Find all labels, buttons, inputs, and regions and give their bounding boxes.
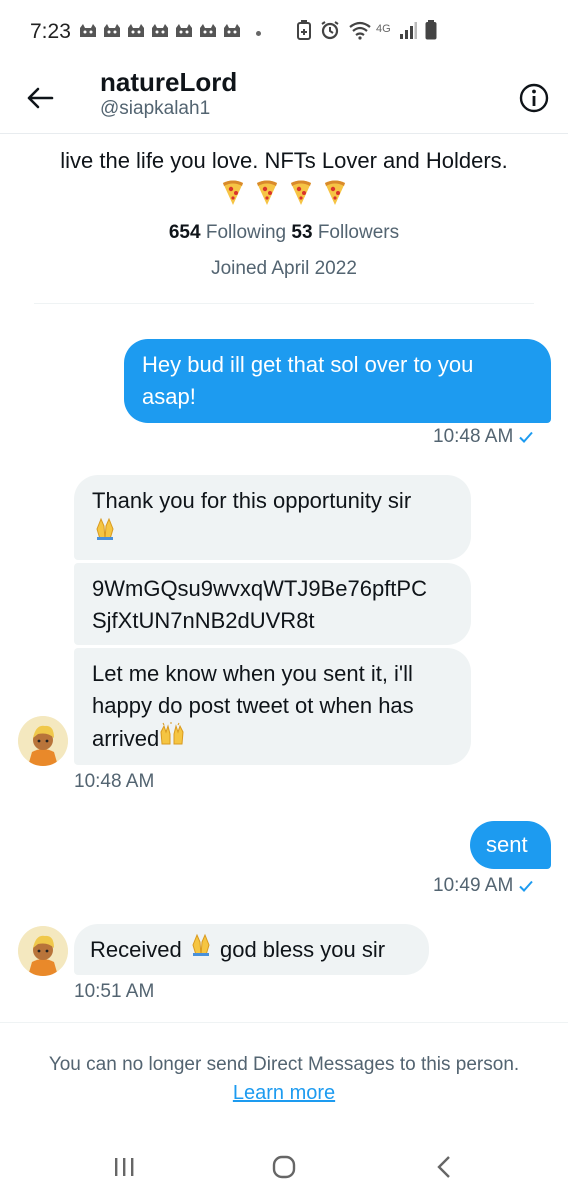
wifi-icon bbox=[348, 20, 372, 45]
message-bubble-sent[interactable]: Hey bud ill get that sol over to you asa… bbox=[124, 339, 551, 423]
cat-icon bbox=[198, 23, 216, 39]
learn-more-link[interactable]: Learn more bbox=[0, 1082, 568, 1105]
message-line: sent bbox=[486, 832, 528, 857]
message-line-last: arrived bbox=[92, 722, 453, 755]
cat-icon bbox=[126, 23, 144, 39]
message-timestamp: 10:51 AM bbox=[74, 981, 154, 1003]
follow-stats: 654 Following 53 Followers bbox=[0, 222, 568, 244]
contact-name[interactable]: natureLord bbox=[100, 67, 237, 98]
recent-apps-button[interactable] bbox=[104, 1152, 144, 1182]
followers-count[interactable]: 53 bbox=[291, 222, 312, 243]
raising-hands-icon bbox=[159, 722, 185, 751]
message-text: arrived bbox=[92, 726, 160, 751]
recent-apps-icon bbox=[115, 1158, 134, 1176]
cat-icon bbox=[78, 23, 96, 39]
message-line: SjfXtUN7nNB2dUVR8t bbox=[92, 608, 315, 633]
divider bbox=[0, 1022, 568, 1023]
message-bubble-received[interactable]: Thank you for this opportunity sir bbox=[74, 475, 471, 560]
message-bubble-sent[interactable]: sent bbox=[470, 821, 551, 869]
timestamp-text: 10:48 AM bbox=[433, 426, 514, 447]
bio-emoji-row bbox=[0, 180, 568, 211]
message-text: Received bbox=[90, 937, 182, 962]
home-icon bbox=[272, 1155, 296, 1179]
profile-bio: live the life you love. NFTs Lover and H… bbox=[60, 148, 508, 173]
followers-label[interactable]: Followers bbox=[318, 222, 399, 243]
check-icon bbox=[519, 431, 534, 443]
dm-disabled-notice: You can no longer send Direct Messages t… bbox=[48, 1054, 520, 1075]
cat-icon bbox=[174, 23, 192, 39]
contact-handle[interactable]: @siapkalah1 bbox=[100, 98, 210, 120]
cat-icon bbox=[222, 23, 240, 39]
message-bubble-received[interactable]: Received god bless you sir bbox=[74, 924, 429, 975]
info-icon bbox=[519, 83, 549, 113]
system-icons: 4G bbox=[296, 20, 437, 45]
timestamp-text: 10:51 AM bbox=[74, 981, 155, 1002]
message-line: asap! bbox=[142, 384, 196, 409]
timestamp-text: 10:49 AM bbox=[433, 875, 514, 896]
joined-date: Joined April 2022 bbox=[211, 258, 357, 279]
message-timestamp: 10:48 AM bbox=[433, 426, 534, 448]
pizza-icon bbox=[323, 180, 347, 211]
status-time: 7:23 bbox=[30, 20, 71, 43]
back-button[interactable] bbox=[22, 80, 58, 116]
message-bubble-received[interactable]: Let me know when you sent it, i'll happy… bbox=[74, 648, 471, 765]
notification-icons bbox=[78, 23, 240, 39]
back-arrow-icon bbox=[27, 87, 54, 109]
folded-hands-icon bbox=[92, 517, 118, 546]
battery-icon bbox=[425, 20, 437, 45]
folded-hands-icon bbox=[188, 933, 214, 962]
info-button[interactable] bbox=[516, 80, 552, 116]
signal-icon bbox=[399, 21, 417, 44]
avatar[interactable] bbox=[18, 926, 68, 976]
chevron-left-icon bbox=[437, 1156, 450, 1178]
following-label[interactable]: Following bbox=[206, 222, 286, 243]
message-line: 9WmGQsu9wvxqWTJ9Be76pftPC bbox=[92, 576, 427, 601]
message-line: Thank you for this opportunity sir bbox=[92, 488, 412, 513]
network-type-label: 4G bbox=[376, 22, 391, 35]
more-notifications-dot bbox=[256, 31, 261, 36]
message-line: Hey bud ill get that sol over to you bbox=[142, 352, 474, 377]
following-count[interactable]: 654 bbox=[169, 222, 201, 243]
divider bbox=[34, 303, 534, 304]
pizza-icon bbox=[255, 180, 279, 211]
alarm-icon bbox=[320, 20, 340, 45]
conversation-header: natureLord @siapkalah1 bbox=[0, 62, 568, 134]
message-timestamp: 10:48 AM bbox=[74, 771, 154, 793]
message-timestamp: 10:49 AM bbox=[433, 875, 534, 897]
pizza-icon bbox=[289, 180, 313, 211]
cat-icon bbox=[102, 23, 120, 39]
pizza-icon bbox=[221, 180, 245, 211]
avatar[interactable] bbox=[18, 716, 68, 766]
back-nav-button[interactable] bbox=[424, 1152, 464, 1182]
check-icon bbox=[519, 880, 534, 892]
message-bubble-received[interactable]: 9WmGQsu9wvxqWTJ9Be76pftPC SjfXtUN7nNB2dU… bbox=[74, 563, 471, 645]
message-text: god bless you sir bbox=[219, 937, 386, 962]
battery-saver-icon bbox=[296, 20, 312, 45]
home-button[interactable] bbox=[264, 1152, 304, 1182]
system-nav-bar bbox=[0, 1130, 568, 1200]
message-line: Let me know when you sent it, i'll bbox=[92, 661, 413, 686]
message-line: happy do post tweet ot when has bbox=[92, 693, 414, 718]
status-bar: 7:23 4G bbox=[0, 0, 568, 62]
timestamp-text: 10:48 AM bbox=[74, 771, 155, 792]
cat-icon bbox=[150, 23, 168, 39]
